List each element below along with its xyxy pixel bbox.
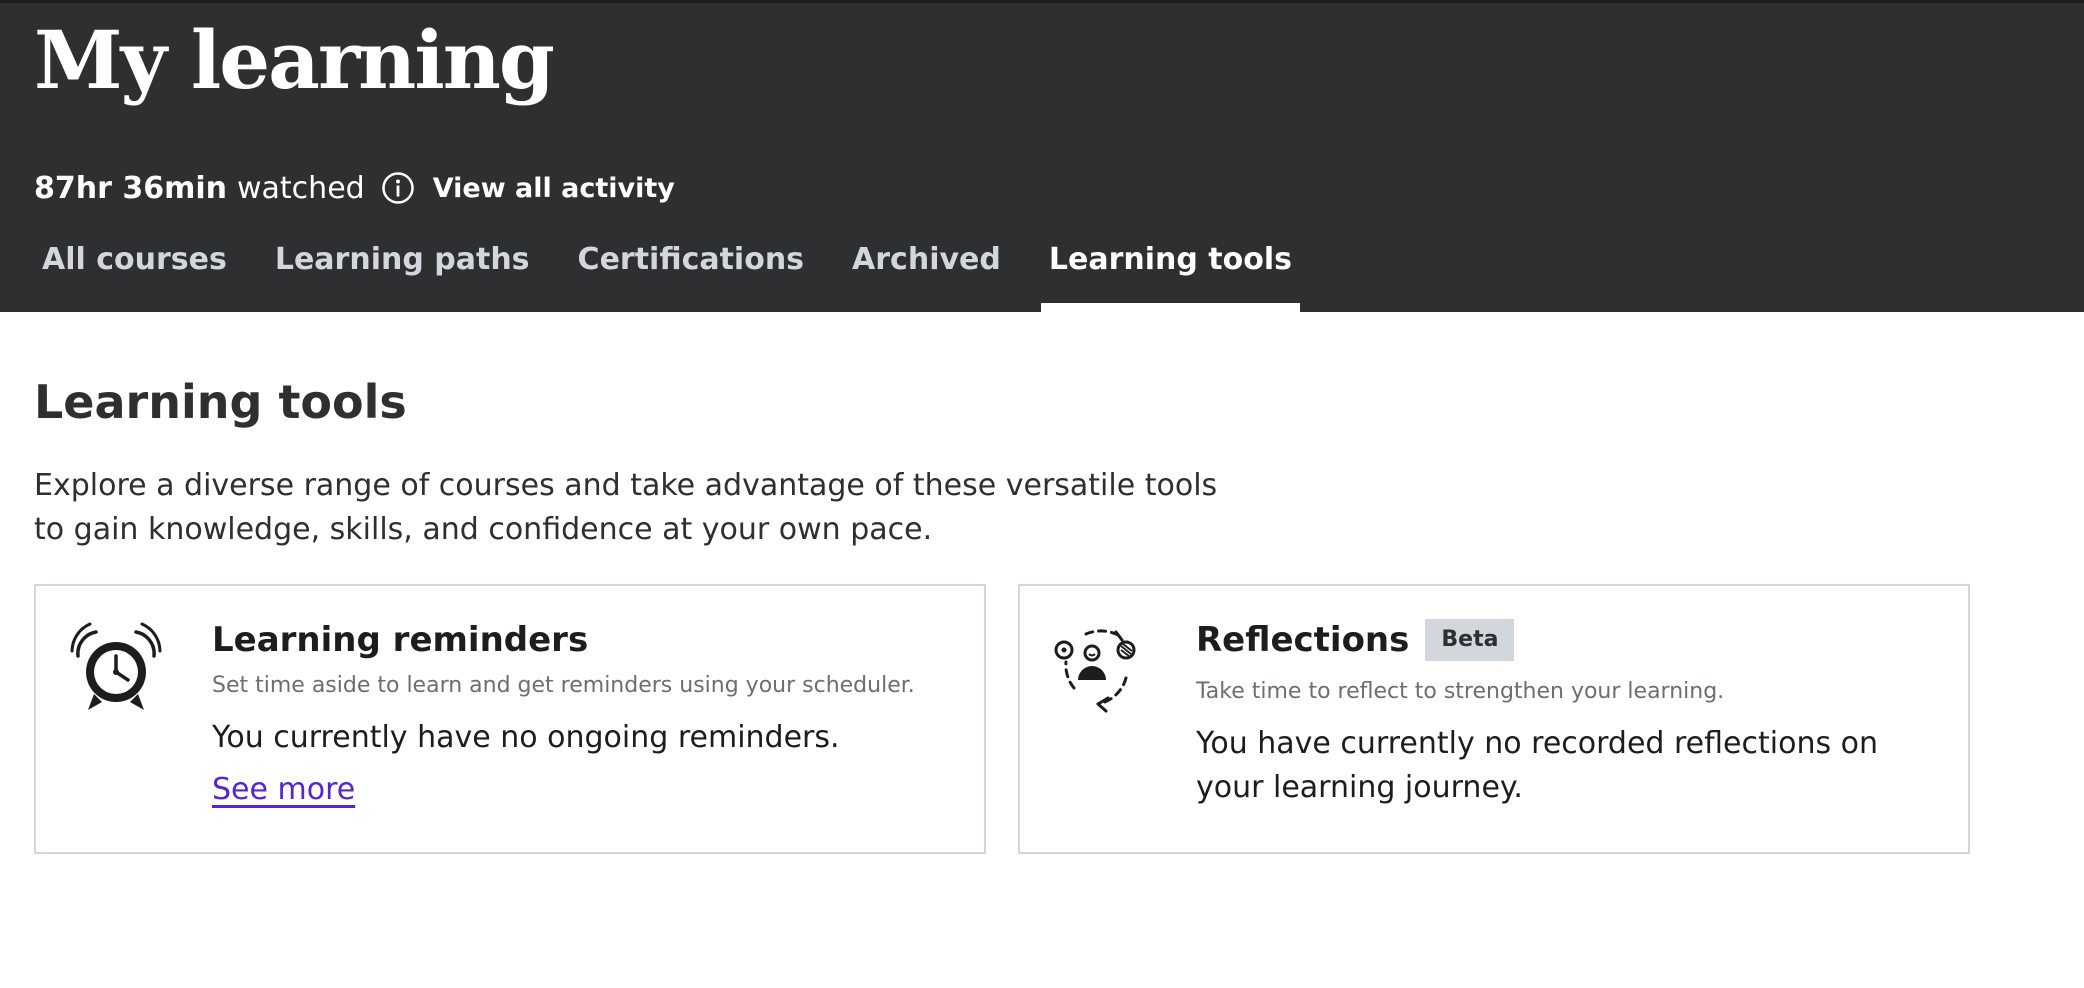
reminders-title-row: Learning reminders	[212, 618, 944, 662]
reflections-title-row: Reflections Beta	[1196, 618, 1928, 662]
reflections-status: You have currently no recorded reflectio…	[1196, 726, 1878, 805]
reflection-icon	[1050, 618, 1150, 718]
page-title: My learning	[34, 13, 555, 107]
tab-all-courses[interactable]: All courses	[34, 236, 235, 312]
watched-time: 87hr 36min	[34, 170, 227, 206]
reminders-title: Learning reminders	[212, 620, 589, 660]
reflections-card: Reflections Beta Take time to reflect to…	[1018, 584, 1970, 854]
learning-reminders-card: Learning reminders Set time aside to lea…	[34, 584, 986, 854]
beta-badge: Beta	[1425, 619, 1515, 661]
header-top-border	[0, 0, 2084, 3]
info-icon[interactable]	[381, 171, 415, 205]
reflections-card-body: Reflections Beta Take time to reflect to…	[1196, 618, 1928, 810]
reminders-card-body: Learning reminders Set time aside to lea…	[212, 618, 944, 807]
reflections-subtitle: Take time to reflect to strengthen your …	[1196, 679, 1725, 704]
watched-label: watched	[237, 170, 365, 206]
page-header: My learning 87hr 36min watched View all …	[0, 0, 2084, 312]
tab-learning-tools[interactable]: Learning tools	[1040, 236, 1301, 312]
section-description: Explore a diverse range of courses and t…	[34, 468, 1218, 547]
watched-stats: 87hr 36min watched View all activity	[34, 166, 675, 210]
see-more-link[interactable]: See more	[212, 772, 355, 807]
tab-learning-paths[interactable]: Learning paths	[267, 236, 538, 312]
reflections-title: Reflections	[1196, 620, 1410, 660]
section-title: Learning tools	[34, 375, 407, 429]
tab-certifications[interactable]: Certifications	[570, 236, 813, 312]
reminders-status: You currently have no ongoing reminders.	[212, 720, 840, 755]
learning-tabs: All courses Learning paths Certification…	[34, 236, 1332, 312]
alarm-clock-icon	[66, 618, 166, 718]
view-all-activity-link[interactable]: View all activity	[433, 173, 675, 204]
reminders-subtitle: Set time aside to learn and get reminder…	[212, 673, 915, 698]
tab-archived[interactable]: Archived	[844, 236, 1009, 312]
